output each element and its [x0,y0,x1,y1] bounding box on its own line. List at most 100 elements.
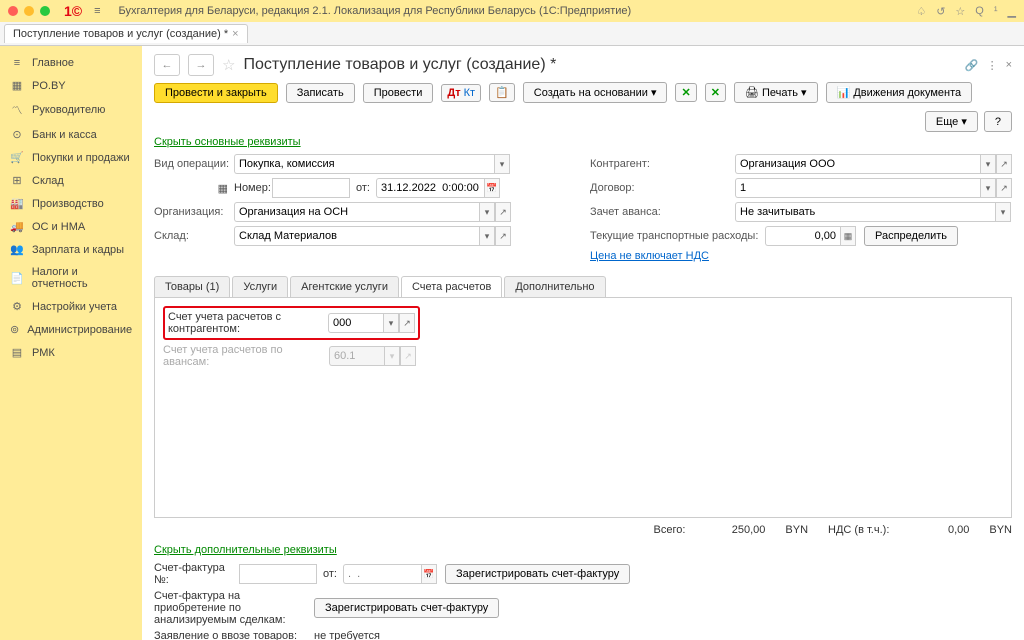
close-page-icon[interactable]: × [1006,59,1012,72]
warehouse-label: Склад: [154,230,234,242]
chart-icon: 〽 [10,102,24,118]
sidebar-item-bank[interactable]: ⊙Банк и касса [0,123,142,146]
total-value: 250,00 [705,524,765,536]
menu-icon[interactable]: ≡ [94,5,100,17]
date-input[interactable] [376,178,484,198]
more-button[interactable]: Еще ▾ [925,111,978,132]
sidebar-item-trade[interactable]: 🛒Покупки и продажи [0,146,142,169]
excel-import-button[interactable]: ✕ [705,83,726,102]
invoice-date-input[interactable] [343,564,421,584]
history-icon[interactable]: ↺ [936,5,945,18]
price-no-vat-link[interactable]: Цена не включает НДС [590,250,709,262]
dropdown-icon[interactable]: ▾ [980,178,996,198]
tab-content: Счет учета расчетов с контрагентом: ▾ ↗ … [154,298,1012,518]
tab-accounts[interactable]: Счета расчетов [401,276,502,297]
create-based-button[interactable]: Создать на основании ▾ [523,82,668,103]
structure-button[interactable]: 📋 [489,83,515,102]
user-icon[interactable]: ¹ [994,5,998,18]
register-invoice2-button[interactable]: Зарегистрировать счет-фактуру [314,598,499,618]
sidebar: ≡Главное ▦PO.BY 〽Руководителю ⊙Банк и ка… [0,46,142,640]
sidebar-item-admin[interactable]: ⊚Администрирование [0,318,142,341]
contragent-acc-input[interactable] [328,313,383,333]
calendar-icon[interactable]: 📅 [484,178,500,198]
dropdown-icon[interactable]: ▾ [479,202,495,222]
post-close-button[interactable]: Провести и закрыть [154,83,278,103]
transport-input[interactable] [765,226,840,246]
help-button[interactable]: ? [984,111,1012,132]
open-icon[interactable]: ↗ [399,313,415,333]
bell-icon[interactable]: ♤ [916,5,926,18]
titlebar: 1© ≡ Бухгалтерия для Беларуси, редакция … [0,0,1024,22]
sidebar-item-manager[interactable]: 〽Руководителю [0,97,142,123]
contragent-input[interactable] [735,154,980,174]
tab-goods[interactable]: Товары (1) [154,276,230,297]
more-header-icon[interactable]: ⋮ [987,59,998,72]
open-icon[interactable]: ↗ [495,226,511,246]
sidebar-item-salary[interactable]: 👥Зарплата и кадры [0,238,142,261]
star-icon[interactable]: ☆ [955,5,965,18]
sidebar-item-production[interactable]: 🏭Производство [0,192,142,215]
operation-input[interactable] [234,154,494,174]
open-icon[interactable]: ↗ [996,154,1012,174]
sidebar-item-settings[interactable]: ⚙Настройки учета [0,295,142,318]
number-input[interactable] [272,178,350,198]
sidebar-item-main[interactable]: ≡Главное [0,52,142,74]
dt-kt-button[interactable]: ДтКт [441,84,481,102]
contract-input[interactable] [735,178,980,198]
dropdown-icon[interactable]: ▾ [995,202,1011,222]
minimize-window-icon[interactable] [24,6,34,16]
tab-agent[interactable]: Агентские услуги [290,276,399,297]
nav-back-button[interactable]: ← [154,54,180,76]
boxes-icon: ⊞ [10,174,24,187]
document-tab[interactable]: Поступление товаров и услуг (создание) *… [4,24,248,43]
hide-main-link[interactable]: Скрыть основные реквизиты [154,136,301,148]
dropdown-icon[interactable]: ▾ [980,154,996,174]
dropdown-icon[interactable]: ▾ [494,154,510,174]
distribute-button[interactable]: Распределить [864,226,958,246]
advance-label: Зачет аванса: [590,206,735,218]
currency: BYN [785,524,808,536]
maximize-window-icon[interactable] [40,6,50,16]
from-label: от: [356,182,370,194]
sidebar-item-rmk[interactable]: ▤РМК [0,341,142,364]
sidebar-item-assets[interactable]: 🚚ОС и НМА [0,215,142,238]
invoice-num-input[interactable] [239,564,317,584]
search-icon[interactable]: Q [975,5,984,18]
advance-input[interactable] [735,202,995,222]
settings-icon[interactable]: ▁ [1008,5,1016,18]
org-input[interactable] [234,202,479,222]
document-tabbar: Поступление товаров и услуг (создание) *… [0,22,1024,46]
sidebar-item-warehouse[interactable]: ⊞Склад [0,169,142,192]
warehouse-input[interactable] [234,226,479,246]
hide-extra-link[interactable]: Скрыть дополнительные реквизиты [154,544,337,556]
content-area: ← → ☆ Поступление товаров и услуг (созда… [142,46,1024,640]
tab-label: Поступление товаров и услуг (создание) * [13,28,228,40]
org-label: Организация: [154,206,234,218]
favorite-icon[interactable]: ☆ [222,56,235,74]
link-icon[interactable]: 🔗 [965,59,979,72]
excel-export-button[interactable]: ✕ [675,83,696,102]
tab-extra[interactable]: Дополнительно [504,276,605,297]
dropdown-icon[interactable]: ▾ [479,226,495,246]
advance-acc-input [329,346,384,366]
nav-forward-button[interactable]: → [188,54,214,76]
open-icon: ↗ [400,346,416,366]
print-button[interactable]: 🖨 Печать ▾ [734,82,818,103]
highlighted-field: Счет учета расчетов с контрагентом: ▾ ↗ [163,306,420,340]
register-invoice-button[interactable]: Зарегистрировать счет-фактуру [445,564,630,584]
page-title: Поступление товаров и услуг (создание) * [243,56,556,74]
sidebar-item-poby[interactable]: ▦PO.BY [0,74,142,97]
open-icon[interactable]: ↗ [996,178,1012,198]
save-button[interactable]: Записать [286,83,355,103]
calendar-icon[interactable]: 📅 [421,564,437,584]
tab-services[interactable]: Услуги [232,276,288,297]
calc-icon[interactable]: ▦ [840,226,856,246]
contract-label: Договор: [590,182,735,194]
movements-button[interactable]: 📊 Движения документа [826,82,973,103]
open-icon[interactable]: ↗ [495,202,511,222]
dropdown-icon[interactable]: ▾ [383,313,399,333]
post-button[interactable]: Провести [363,83,434,103]
close-tab-icon[interactable]: × [232,28,238,40]
close-window-icon[interactable] [8,6,18,16]
sidebar-item-taxes[interactable]: 📄Налоги и отчетность [0,261,142,295]
